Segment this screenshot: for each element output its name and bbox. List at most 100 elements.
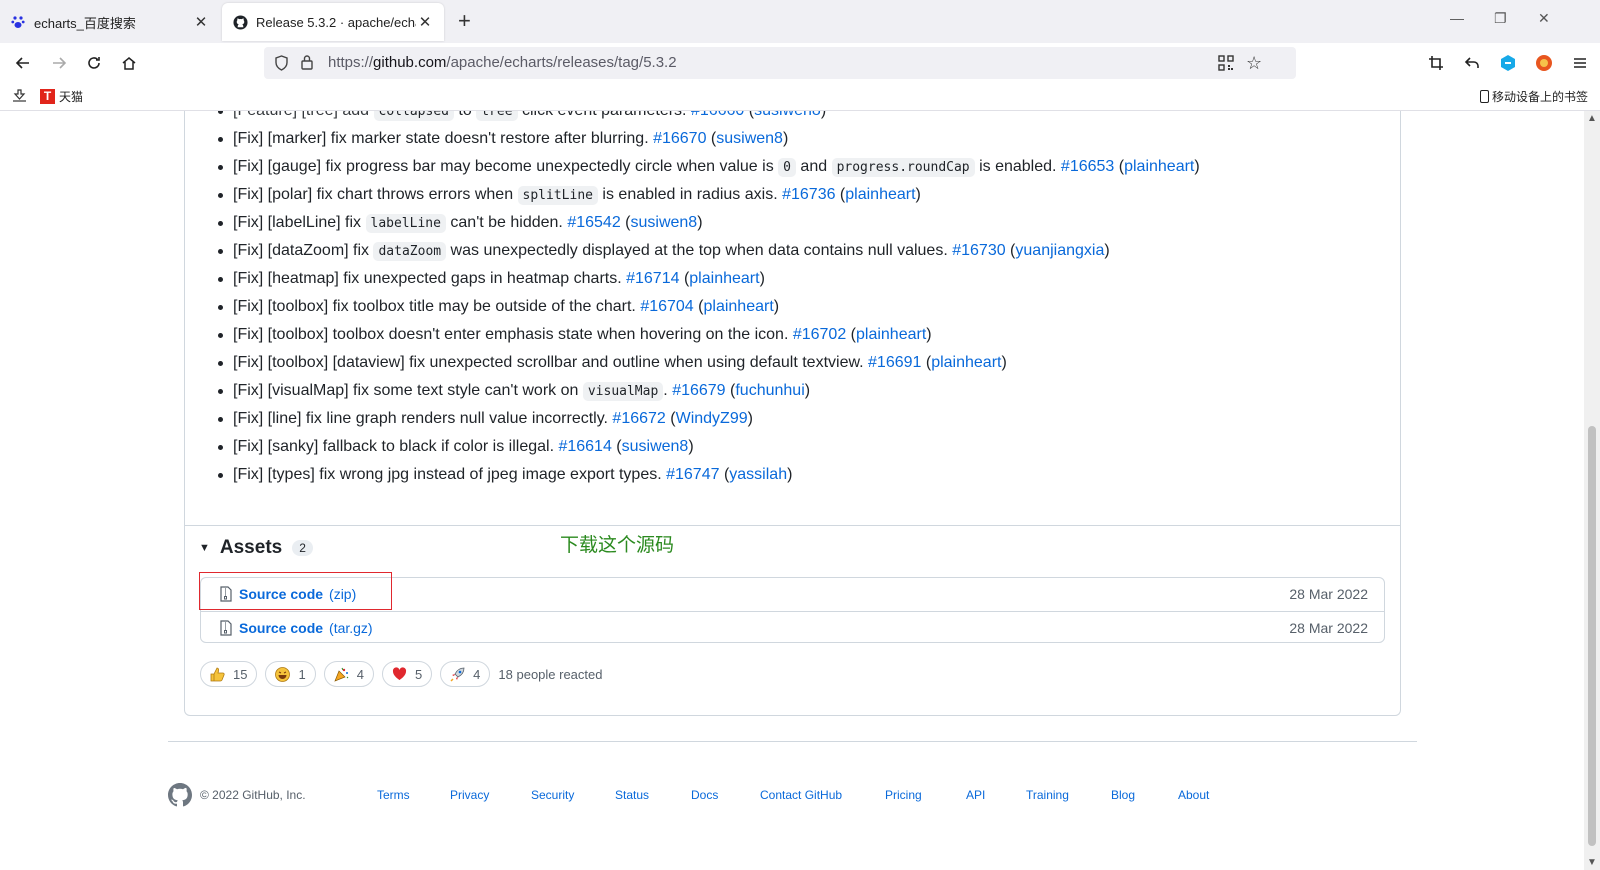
assets-title: Assets [219, 537, 283, 558]
issue-link[interactable]: #16653 [1061, 158, 1114, 175]
user-link[interactable]: susiwen8 [716, 130, 783, 147]
issue-link[interactable]: #16691 [868, 354, 921, 371]
issue-link[interactable]: #16670 [653, 130, 706, 147]
fix-text: [Fix] [toolbox] [dataview] fix unexpecte… [233, 354, 869, 371]
paren: ( [719, 466, 730, 483]
extension-orange-icon[interactable] [1532, 51, 1556, 75]
footer-link-docs[interactable]: Docs [691, 788, 718, 802]
asset-date: 28 Mar 2022 [1289, 586, 1368, 602]
user-link[interactable]: yassilah [729, 466, 787, 483]
footer-link-pricing[interactable]: Pricing [885, 788, 922, 802]
assets-count-badge: 2 [292, 540, 313, 556]
user-link[interactable]: plainheart [1124, 158, 1194, 175]
tab-github-release[interactable]: Release 5.3.2 · apache/echarts ✕ [222, 3, 444, 41]
page-viewport: [Feature] [tree] add collapsed to tree c… [0, 111, 1584, 870]
issue-link[interactable]: #16542 [567, 214, 620, 231]
restore-icon[interactable]: ❐ [1494, 10, 1507, 27]
issue-link[interactable]: #16672 [612, 410, 665, 427]
fix-text: [Fix] [types] fix wrong jpg instead of j… [233, 466, 667, 483]
footer-link-about[interactable]: About [1178, 788, 1209, 802]
window-close-icon[interactable]: ✕ [1538, 10, 1550, 27]
address-bar[interactable]: https://github.com/apache/echarts/releas… [264, 47, 1296, 79]
new-tab-icon[interactable]: + [458, 10, 471, 32]
footer-link-status[interactable]: Status [615, 788, 649, 802]
user-link[interactable]: fuchunhui [735, 382, 804, 399]
footer-link-terms[interactable]: Terms [377, 788, 410, 802]
user-link[interactable]: WindyZ99 [676, 410, 748, 427]
url-host: github.com [373, 54, 447, 71]
user-link[interactable]: plainheart [856, 326, 926, 343]
bookmark-star-icon[interactable]: ☆ [1246, 53, 1262, 74]
user-link[interactable]: susiwen8 [631, 214, 698, 231]
undo-icon[interactable] [1460, 51, 1484, 75]
reaction-hooray[interactable]: 4 [323, 661, 374, 687]
footer-link-contact[interactable]: Contact GitHub [760, 788, 842, 802]
tab-close-icon[interactable]: ✕ [416, 13, 434, 31]
asset-date: 28 Mar 2022 [1289, 619, 1368, 636]
menu-hamburger-icon[interactable] [1568, 51, 1592, 75]
reaction-laugh[interactable]: 1 [265, 661, 316, 687]
bookmark-mobile[interactable]: 移动设备上的书签 [1480, 88, 1588, 105]
list-item: [Fix] [polar] fix chart throws errors wh… [218, 181, 1200, 209]
paren: ( [665, 410, 676, 427]
bookmark-tmall[interactable]: T 天猫 [40, 88, 83, 105]
paren: ( [706, 130, 717, 147]
reload-icon[interactable] [82, 51, 106, 75]
issue-link[interactable]: #16614 [558, 438, 611, 455]
paren: ) [1194, 158, 1200, 175]
reaction-count: 1 [298, 666, 306, 682]
user-link[interactable]: plainheart [703, 298, 773, 315]
shield-icon[interactable] [274, 55, 289, 76]
user-link[interactable]: plainheart [931, 354, 1001, 371]
baidu-paw-icon [10, 14, 26, 30]
issue-link[interactable]: #16702 [793, 326, 846, 343]
footer-link-blog[interactable]: Blog [1111, 788, 1135, 802]
caret-down-icon[interactable]: ▼ [199, 542, 210, 554]
home-icon[interactable] [117, 51, 141, 75]
issue-link[interactable]: #16747 [666, 466, 719, 483]
forward-icon[interactable] [47, 51, 71, 75]
qr-code-icon[interactable] [1218, 55, 1234, 76]
issue-link[interactable]: #16714 [626, 270, 679, 287]
user-link[interactable]: plainheart [689, 270, 759, 287]
tab-baidu-search[interactable]: echarts_百度搜索 ✕ [0, 3, 220, 41]
paren: ( [921, 354, 932, 371]
reaction-heart[interactable]: 5 [381, 661, 433, 687]
url-text[interactable]: https://github.com/apache/echarts/releas… [328, 54, 677, 71]
github-logo-icon[interactable] [168, 783, 192, 810]
bookmarks-import-icon[interactable] [12, 88, 27, 103]
thumbs-up-icon [210, 667, 225, 682]
asset-ext[interactable]: (tar.gz) [329, 620, 373, 636]
asset-row[interactable]: Source code (tar.gz) 28 Mar 2022 [201, 611, 1384, 643]
github-icon [232, 14, 248, 30]
issue-link[interactable]: #16730 [952, 242, 1005, 259]
user-link[interactable]: susiwen8 [622, 438, 689, 455]
back-icon[interactable] [11, 51, 35, 75]
scroll-up-icon[interactable]: ▲ [1584, 113, 1600, 124]
user-link[interactable]: yuanjiangxia [1015, 242, 1104, 259]
issue-link[interactable]: #16704 [640, 298, 693, 315]
lock-icon[interactable] [300, 54, 314, 75]
page-scrollbar[interactable]: ▲ ▼ [1584, 111, 1600, 870]
scroll-down-icon[interactable]: ▼ [1584, 857, 1600, 868]
reaction-rocket[interactable]: 4 [440, 661, 491, 687]
inline-code: progress.roundCap [831, 158, 975, 177]
list-item: [Fix] [toolbox] toolbox doesn't enter em… [218, 321, 1200, 349]
reaction-thumbs-up[interactable]: 15 [200, 661, 258, 687]
footer-divider [168, 741, 1417, 742]
footer-link-training[interactable]: Training [1026, 788, 1069, 802]
extension-blue-icon[interactable] [1496, 51, 1520, 75]
user-link[interactable]: plainheart [845, 186, 915, 203]
minimize-icon[interactable]: — [1450, 10, 1464, 26]
footer-link-api[interactable]: API [966, 788, 985, 802]
screenshot-crop-icon[interactable] [1424, 51, 1448, 75]
asset-link[interactable]: Source code [239, 620, 323, 636]
issue-link[interactable]: #16679 [672, 382, 725, 399]
footer-link-privacy[interactable]: Privacy [450, 788, 489, 802]
issue-link[interactable]: #16736 [782, 186, 835, 203]
scroll-thumb[interactable] [1588, 426, 1596, 846]
paren: ( [611, 438, 622, 455]
tab-close-icon[interactable]: ✕ [192, 13, 210, 31]
assets-header[interactable]: ▼ Assets 2 [199, 537, 313, 559]
footer-link-security[interactable]: Security [531, 788, 574, 802]
